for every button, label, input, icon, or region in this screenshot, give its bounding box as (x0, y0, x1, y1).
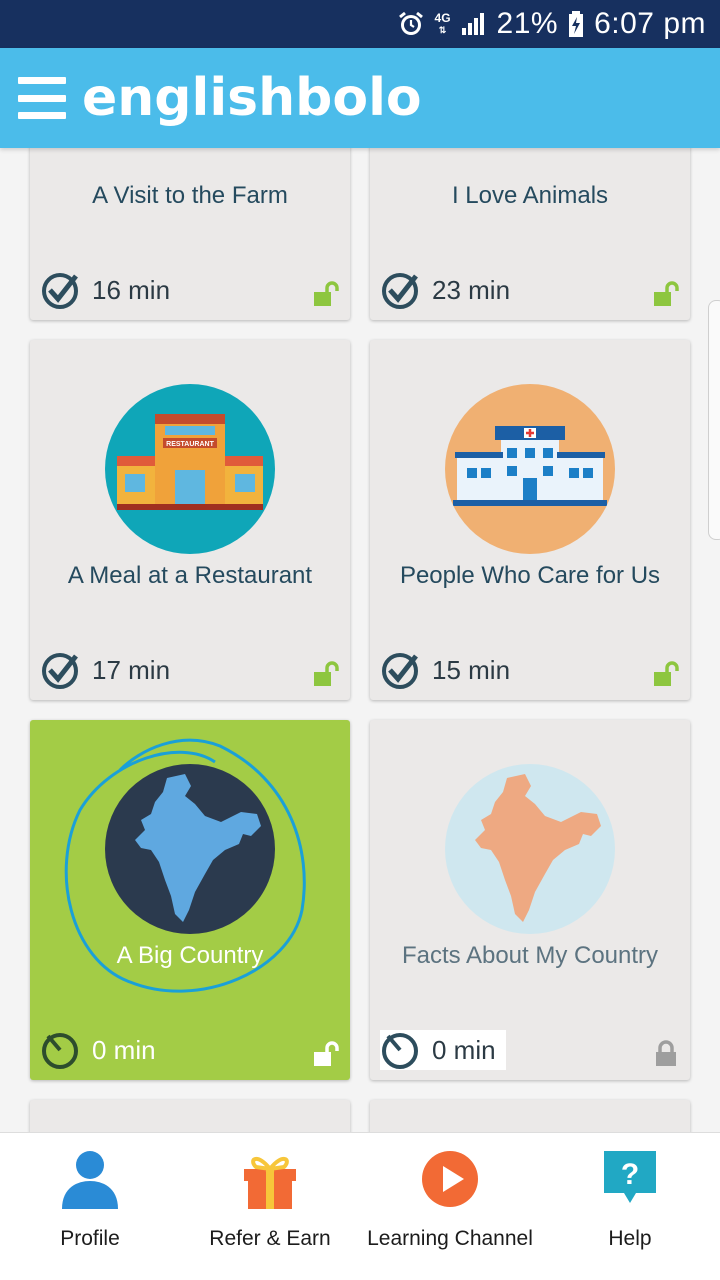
battery-charging-icon (569, 11, 584, 37)
scroll-handle[interactable] (708, 300, 720, 540)
lock-icon (656, 1040, 676, 1066)
timer-icon (382, 1033, 418, 1069)
lesson-card-meal-restaurant[interactable]: RESTAURANT A Meal at a Restaurant 17 min (30, 340, 350, 700)
timer-icon (42, 1033, 78, 1069)
svg-text:?: ? (621, 1158, 639, 1191)
lesson-footer: 16 min (40, 270, 170, 310)
lesson-duration: 0 min (432, 1034, 496, 1065)
lesson-footer: 0 min (380, 1030, 506, 1070)
nav-label: Learning Channel (367, 1227, 533, 1250)
play-icon (422, 1151, 478, 1207)
hospital-illustration (445, 384, 615, 554)
lesson-title: People Who Care for Us (399, 562, 661, 589)
lesson-card-visit-farm[interactable]: A Visit to the Farm 16 min (30, 148, 350, 320)
check-clock-icon (382, 653, 418, 689)
lesson-footer: 0 min (40, 1030, 156, 1070)
restaurant-sign-text: RESTAURANT (166, 441, 214, 448)
battery-percent: 21% (496, 7, 559, 40)
unlocked-icon (314, 661, 339, 686)
nav-label: Help (608, 1227, 652, 1250)
lesson-duration: 16 min (92, 274, 171, 305)
lesson-footer: 17 min (40, 650, 170, 690)
lesson-footer: 15 min (380, 650, 510, 690)
check-clock-icon (42, 653, 78, 689)
lesson-duration: 17 min (92, 654, 171, 685)
bottom-nav: Profile Refer & Earn Learning Channel ? (0, 1132, 720, 1280)
lesson-grid: A Visit to the Farm 16 min I Love Animal… (0, 148, 720, 1132)
lesson-duration: 23 min (432, 274, 511, 305)
lesson-card-love-animals[interactable]: I Love Animals 23 min (370, 148, 690, 320)
lesson-card-next-right[interactable] (370, 1100, 690, 1132)
nav-help[interactable]: ? Help (540, 1133, 720, 1280)
help-icon: ? (604, 1151, 656, 1203)
clock: 6:07 pm (594, 7, 706, 40)
lesson-title: A Meal at a Restaurant (67, 562, 313, 589)
unlocked-icon (314, 281, 339, 306)
lesson-title: A Visit to the Farm (92, 182, 288, 209)
nav-label: Refer & Earn (209, 1227, 331, 1250)
nav-profile[interactable]: Profile (0, 1133, 180, 1280)
alarm-icon (398, 11, 423, 35)
check-clock-icon (42, 273, 78, 309)
lesson-title: Facts About My Country (401, 942, 659, 969)
status-bar: 4G ⇅ 21% 6:07 pm (0, 0, 720, 48)
nav-learning-channel[interactable]: Learning Channel (360, 1133, 540, 1280)
lesson-card-facts-country[interactable]: Facts About My Country 0 min (370, 720, 690, 1080)
lesson-duration: 15 min (432, 654, 511, 685)
nav-label: Profile (60, 1227, 120, 1250)
menu-icon[interactable] (18, 77, 66, 119)
check-clock-icon (382, 273, 418, 309)
india-map-illustration (105, 764, 275, 934)
nav-refer-earn[interactable]: Refer & Earn (180, 1133, 360, 1280)
unlocked-icon (654, 281, 679, 306)
lesson-card-big-country[interactable]: A Big Country 0 min (30, 720, 350, 1080)
app-screen: 4G ⇅ 21% 6:07 pm englishbolo A Visit to … (0, 0, 720, 1280)
restaurant-illustration: RESTAURANT (105, 384, 275, 554)
india-map-illustration (445, 764, 615, 934)
lesson-title: A Big Country (116, 942, 264, 969)
signal-icon (461, 13, 484, 35)
network-type: 4G ⇅ (434, 11, 451, 35)
network-type-label: 4G (434, 11, 451, 25)
gift-icon (244, 1157, 296, 1209)
unlocked-icon (654, 661, 679, 686)
lesson-card-next-left[interactable] (30, 1100, 350, 1132)
lesson-footer: 23 min (380, 270, 510, 310)
lesson-duration: 0 min (92, 1034, 156, 1065)
app-logo: englishbolo (82, 68, 422, 128)
unlocked-icon (314, 1041, 339, 1066)
profile-icon (62, 1151, 118, 1209)
lesson-title: I Love Animals (451, 182, 609, 209)
lesson-card-people-care[interactable]: People Who Care for Us 15 min (370, 340, 690, 700)
app-bar: englishbolo (0, 48, 720, 148)
